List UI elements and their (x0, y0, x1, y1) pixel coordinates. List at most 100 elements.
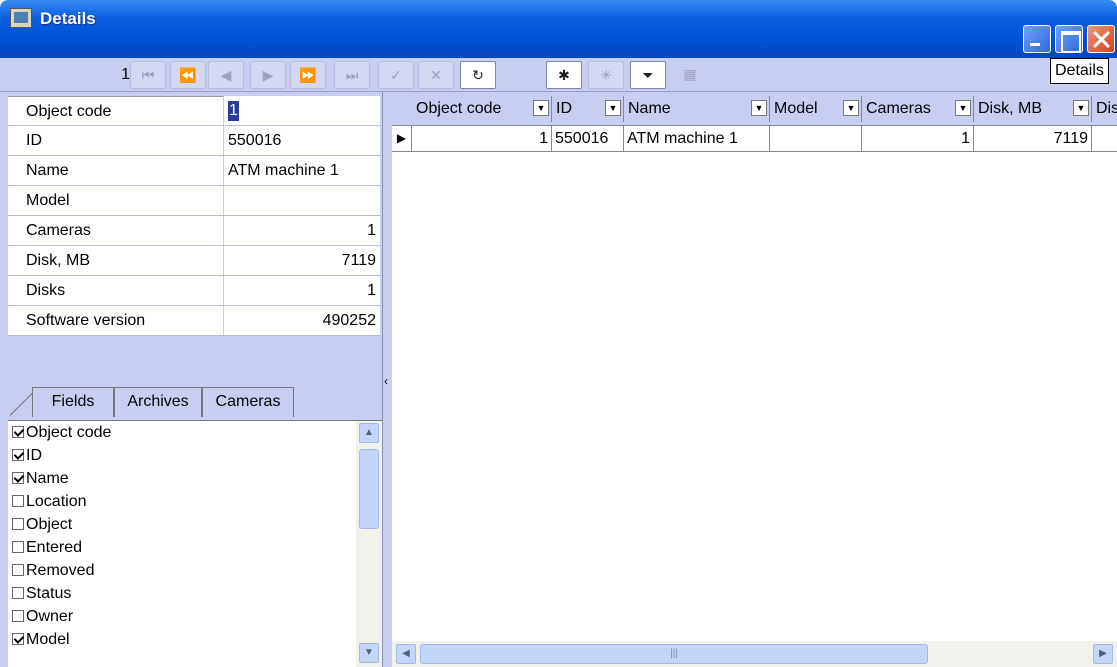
data-grid: Object code ▼ ID ▼ Name ▼ Model ▼ Cameras ▼ Disk, … (392, 92, 1117, 667)
column-header[interactable]: Disk, MB ▼ (974, 96, 1092, 122)
selected-value[interactable]: 1 (228, 101, 239, 121)
property-value[interactable]: ATM machine 1 (224, 156, 380, 185)
property-value[interactable]: 1 (224, 96, 380, 125)
tab-archives[interactable]: Archives (114, 387, 202, 417)
title-bar: Details (0, 0, 1117, 58)
column-header[interactable]: Name ▼ (624, 96, 770, 122)
table-cell-id[interactable]: 550016 (552, 126, 624, 151)
dropdown-arrow-icon[interactable]: ▼ (843, 100, 859, 116)
column-header-label: Cameras (866, 100, 931, 117)
list-item[interactable]: Owner (8, 605, 382, 628)
property-value[interactable] (224, 186, 380, 215)
first-record-icon: ⏮ (141, 67, 155, 83)
dropdown-arrow-icon[interactable]: ▼ (955, 100, 971, 116)
table-row[interactable]: ▶ 1 550016 ATM machine 1 1 7119 (392, 126, 1117, 152)
list-item[interactable]: Object (8, 513, 382, 536)
post-button[interactable]: ✓ (378, 61, 414, 89)
minimize-button[interactable] (1023, 25, 1051, 53)
field-label: Removed (26, 562, 95, 579)
list-item[interactable]: Removed (8, 559, 382, 582)
grid-horizontal-scrollbar[interactable]: ◀ ||| ▶ (392, 641, 1117, 667)
property-row[interactable]: Name ATM machine 1 (8, 156, 380, 186)
checkbox[interactable] (12, 541, 24, 553)
property-row[interactable]: Cameras 1 (8, 216, 380, 246)
property-row[interactable]: Object code 1 (8, 96, 380, 126)
field-list-scrollbar[interactable]: ▲ ▼ (356, 421, 382, 667)
checkbox[interactable] (12, 610, 24, 622)
refresh-button[interactable]: ↻ (460, 61, 496, 89)
filter-icon: ⏷ (642, 67, 654, 83)
new-record-button[interactable]: ✱ (546, 61, 582, 89)
table-cell-disk-mb[interactable]: 7119 (974, 126, 1092, 151)
scroll-thumb[interactable] (359, 449, 379, 529)
dropdown-arrow-icon[interactable]: ▼ (533, 100, 549, 116)
checkbox[interactable] (12, 564, 24, 576)
property-value[interactable]: 1 (224, 276, 380, 305)
table-cell-object-code[interactable]: 1 (412, 126, 552, 151)
property-row[interactable]: ID 550016 (8, 126, 380, 156)
list-item[interactable]: Entered (8, 536, 382, 559)
clear-button[interactable]: ✳ (588, 61, 624, 89)
property-value[interactable]: 490252 (224, 306, 380, 335)
checkbox[interactable] (12, 472, 24, 484)
scroll-down-icon[interactable]: ▼ (359, 643, 379, 663)
property-value[interactable]: 7119 (224, 246, 380, 275)
list-item[interactable]: Location (8, 490, 382, 513)
checkbox[interactable] (12, 518, 24, 530)
list-item[interactable]: Status (8, 582, 382, 605)
last-record-button[interactable]: ⏭ (334, 61, 370, 89)
scroll-left-icon[interactable]: ◀ (396, 644, 416, 664)
scroll-thumb[interactable]: ||| (420, 644, 928, 664)
scroll-up-icon[interactable]: ▲ (359, 423, 379, 443)
checkbox[interactable] (12, 587, 24, 599)
property-value[interactable]: 550016 (224, 126, 380, 155)
dropdown-arrow-icon[interactable]: ▼ (1073, 100, 1089, 116)
dropdown-arrow-icon[interactable]: ▼ (751, 100, 767, 116)
tab-fields[interactable]: Fields (32, 387, 114, 417)
field-label: Entered (26, 539, 83, 556)
table-cell-name[interactable]: ATM machine 1 (624, 126, 770, 151)
property-value[interactable]: 1 (224, 216, 380, 245)
list-item[interactable]: Model (8, 628, 382, 651)
checkbox[interactable] (12, 449, 24, 461)
cancel-button[interactable]: ✕ (418, 61, 454, 89)
column-header[interactable]: Cameras ▼ (862, 96, 974, 122)
last-record-icon: ⏭ (345, 67, 359, 83)
column-header[interactable]: ID ▼ (552, 96, 624, 122)
property-row[interactable]: Software version 490252 (8, 306, 380, 336)
property-row[interactable]: Model (8, 186, 380, 216)
first-record-button[interactable]: ⏮ (130, 61, 166, 89)
grid-button[interactable]: ▦ (672, 61, 708, 89)
close-button[interactable] (1087, 25, 1115, 53)
maximize-button[interactable] (1055, 25, 1083, 53)
scroll-right-icon[interactable]: ▶ (1093, 644, 1113, 664)
filter-button[interactable]: ⏷ (630, 61, 666, 89)
prior-record-button[interactable]: ◀ (208, 61, 244, 89)
tab-cameras[interactable]: Cameras (202, 387, 294, 417)
table-cell-cameras[interactable]: 1 (862, 126, 974, 151)
checkbox[interactable] (12, 633, 24, 645)
table-cell-model[interactable] (770, 126, 862, 151)
column-header[interactable]: Object code ▼ (412, 96, 552, 122)
collapse-left-icon[interactable]: ‹ (384, 374, 388, 388)
list-item[interactable]: ID (8, 444, 382, 467)
table-cell-disks[interactable] (1092, 126, 1117, 151)
field-list: Object code ID Name Location Object Entered Re… (8, 420, 382, 667)
property-row[interactable]: Disk, MB 7119 (8, 246, 380, 276)
column-header-label: Dis (1096, 100, 1117, 117)
list-item[interactable]: Object code (8, 421, 382, 444)
column-header[interactable]: Dis (1092, 96, 1117, 122)
checkbox[interactable] (12, 495, 24, 507)
column-header[interactable]: Model ▼ (770, 96, 862, 122)
window-icon (10, 8, 32, 28)
next-record-button[interactable]: ▶ (250, 61, 286, 89)
property-name: Name (8, 156, 224, 185)
list-item[interactable]: Name (8, 467, 382, 490)
prior-page-button[interactable]: ⏪ (170, 61, 206, 89)
dropdown-arrow-icon[interactable]: ▼ (605, 100, 621, 116)
splitter[interactable]: ‹ (382, 92, 392, 667)
property-row[interactable]: Disks 1 (8, 276, 380, 306)
next-page-button[interactable]: ⏩ (290, 61, 326, 89)
checkbox[interactable] (12, 426, 24, 438)
field-label: Object code (26, 424, 112, 441)
